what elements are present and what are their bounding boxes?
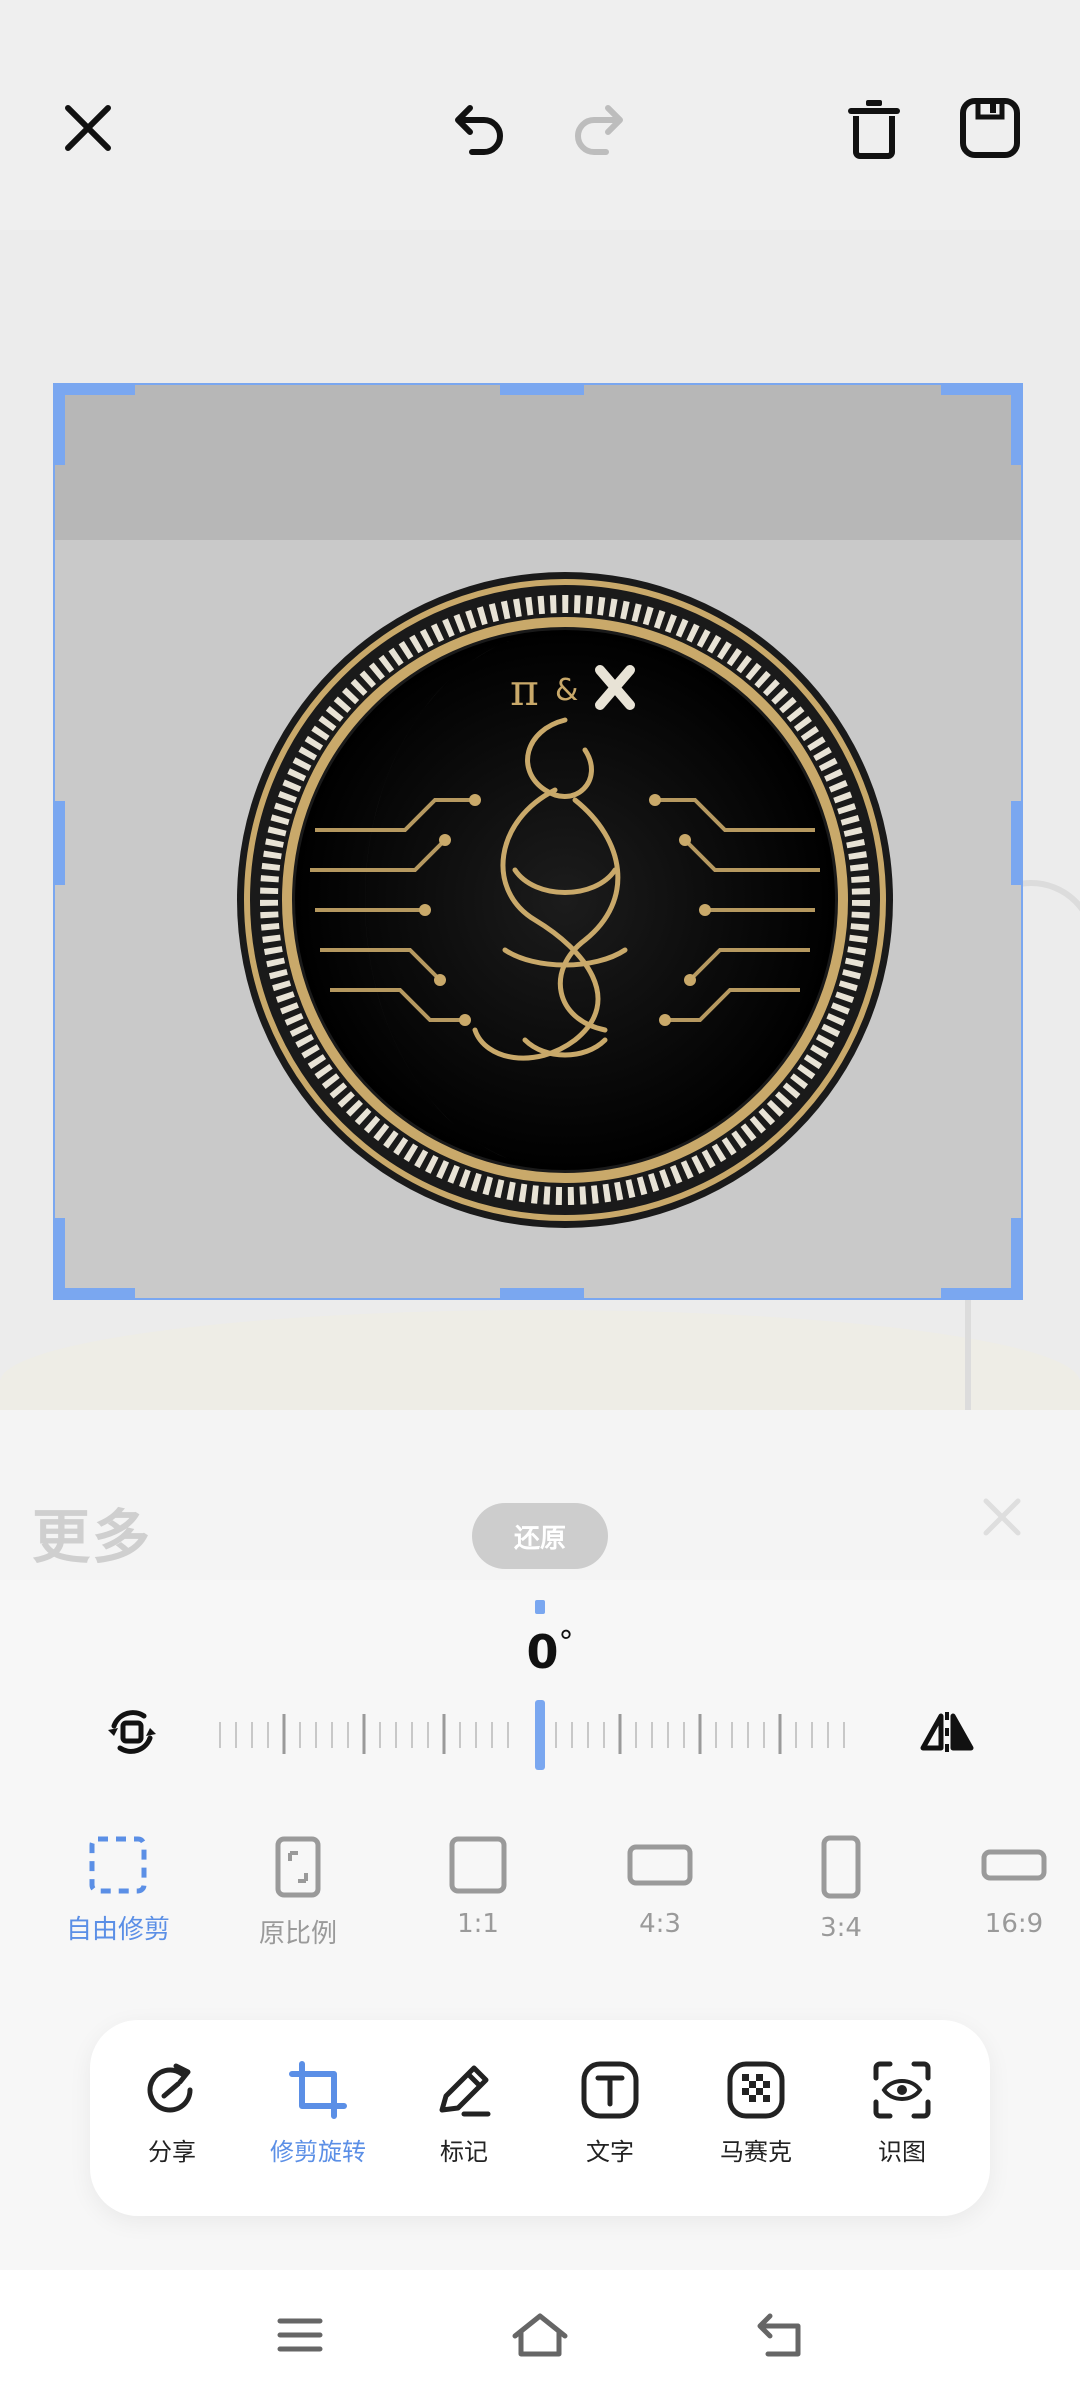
crop-icon [289,2061,347,2119]
menu-icon [277,2318,323,2352]
top-toolbar [0,0,1080,230]
ratio-label: 4:3 [639,1909,681,1939]
ratio-1-1[interactable]: 1:1 [403,1835,553,1939]
crop-handle-top-left-v[interactable] [55,385,65,465]
portrait-ratio-icon [821,1835,861,1899]
ratio-label: 原比例 [258,1919,337,1949]
background-plate [0,1310,1080,1410]
angle-ruler[interactable] [215,1700,865,1770]
trash-icon [848,100,900,159]
mosaic-icon [727,2061,785,2119]
back-icon [757,2313,801,2357]
rotate-icon [108,1710,156,1754]
tool-share[interactable]: 分享 [107,2060,237,2167]
tool-crop-rotate[interactable]: 修剪旋转 [253,2060,383,2167]
tool-label: 马赛克 [720,2138,792,2166]
home-icon [512,2313,568,2357]
tool-label: 修剪旋转 [270,2138,366,2166]
dragon-coin-icon: π & [237,572,893,1228]
tool-label: 文字 [586,2138,634,2166]
landscape-ratio-icon [627,1844,693,1886]
crop-handle-right[interactable] [1011,801,1021,885]
flip-horizontal-icon [920,1712,974,1752]
crop-handle-top-right-v[interactable] [1011,385,1021,465]
ratio-free-crop[interactable]: 自由修剪 [43,1835,193,1946]
tool-label: 标记 [440,2138,488,2166]
tool-image-recognition[interactable]: 识图 [837,2060,967,2167]
coin-image: π & [235,570,895,1230]
close-button[interactable] [40,80,136,176]
tool-label: 分享 [148,2138,196,2166]
crop-handle-top-left[interactable] [55,385,135,395]
close-more-button[interactable] [970,1485,1034,1549]
crop-handle-top[interactable] [500,385,584,395]
crop-handle-bottom[interactable] [500,1288,584,1298]
close-icon [65,105,111,151]
crop-handle-left[interactable] [55,801,65,885]
scan-eye-icon [873,2061,931,2119]
crop-handle-bottom-left[interactable] [55,1288,135,1298]
save-icon [960,98,1020,158]
more-title: 更多 [32,1503,153,1571]
tool-text[interactable]: 文字 [545,2060,675,2167]
angle-unit: ° [558,1625,574,1660]
free-crop-icon [89,1836,147,1894]
angle-indicator-dot [535,1600,545,1614]
ratio-3-4[interactable]: 3:4 [766,1835,916,1943]
close-icon [983,1498,1021,1536]
square-ratio-icon [449,1836,507,1894]
nav-menu-button[interactable] [260,2305,340,2365]
crop-frame[interactable]: π & [53,383,1023,1300]
save-button[interactable] [942,80,1038,176]
angle-value: 0 [526,1625,559,1679]
ratio-16-9[interactable]: 16:9 [948,1835,1080,1939]
redo-button[interactable] [550,80,646,176]
ratio-4-3[interactable]: 4:3 [585,1835,735,1939]
svg-text:&: & [555,673,578,708]
nav-home-button[interactable] [500,2305,580,2365]
crop-handle-bottom-left-v[interactable] [55,1218,65,1298]
nav-back-button[interactable] [740,2305,820,2365]
tool-mosaic[interactable]: 马赛克 [691,2060,821,2167]
reset-button[interactable]: 还原 [472,1503,608,1569]
tool-label: 识图 [878,2138,926,2166]
ratio-label: 3:4 [820,1913,862,1943]
original-ratio-icon [275,1836,321,1898]
ratio-label: 16:9 [984,1909,1044,1939]
rotate-button[interactable] [100,1700,164,1764]
ratio-label: 自由修剪 [65,1915,170,1945]
undo-button[interactable] [432,80,528,176]
svg-text:π: π [510,665,539,716]
delete-button[interactable] [826,80,922,176]
redo-icon [575,105,623,155]
text-icon [581,2061,639,2119]
ratio-original[interactable]: 原比例 [223,1835,373,1950]
share-icon [147,2063,193,2113]
widescreen-ratio-icon [981,1849,1047,1881]
tool-markup[interactable]: 标记 [399,2060,529,2167]
angle-readout: 0° [500,1625,600,1679]
pencil-icon [439,2065,491,2117]
undo-icon [455,105,503,155]
flip-button[interactable] [915,1700,979,1764]
crop-handle-bottom-right-v[interactable] [1011,1218,1021,1298]
ratio-label: 1:1 [457,1909,499,1939]
